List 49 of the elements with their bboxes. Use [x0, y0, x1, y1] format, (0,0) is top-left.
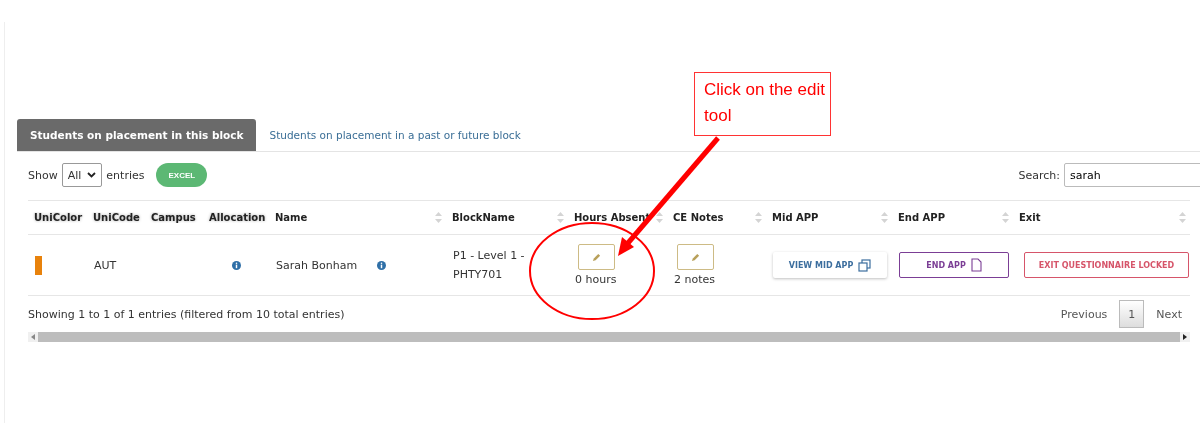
tab[interactable]: Students on placement in a past or future block: [256, 119, 534, 151]
table-cell: Sarah Bonham: [276, 258, 358, 272]
sort-icon[interactable]: [557, 212, 564, 223]
column-header[interactable]: Allocation: [209, 212, 266, 223]
pencil-icon: [691, 252, 700, 262]
search-field[interactable]: sarah: [1064, 163, 1200, 187]
table-cell: 0 hours: [575, 273, 617, 286]
copy-icon: [858, 258, 872, 272]
page-button[interactable]: 1: [1119, 300, 1145, 328]
column-header[interactable]: UniColor: [34, 212, 83, 223]
table-cell-text: P1 - Level 1 - PHTY701: [453, 248, 526, 283]
page-size-select[interactable]: All: [61, 163, 103, 187]
sort-icon[interactable]: [1002, 212, 1009, 223]
column-header[interactable]: End APP: [898, 212, 945, 223]
table-cell: 2 notes: [674, 273, 715, 286]
sort-icon[interactable]: [656, 212, 663, 223]
column-header[interactable]: CE Notes: [673, 212, 724, 223]
scroll-right-icon[interactable]: [1182, 334, 1188, 340]
entries-info: Showing 1 to 1 of 1 entries (filtered from 10 total entries): [28, 307, 345, 321]
column-header[interactable]: Mid APP: [772, 212, 819, 223]
column-header[interactable]: Campus: [151, 212, 196, 223]
entries-label: entries: [106, 168, 145, 182]
edit-button[interactable]: [578, 244, 615, 270]
next-button[interactable]: Next: [1148, 300, 1190, 328]
sort-icon[interactable]: [881, 212, 888, 223]
sort-icon[interactable]: [755, 212, 762, 223]
tab[interactable]: Students on placement in this block: [17, 119, 257, 151]
horizontal-scrollbar[interactable]: [28, 332, 1190, 342]
document-icon: [970, 258, 982, 272]
column-header[interactable]: UniCode: [93, 212, 140, 223]
scroll-left-icon[interactable]: [30, 334, 36, 340]
search-label: Search:: [1018, 168, 1060, 182]
info-icon[interactable]: [377, 260, 387, 270]
column-header[interactable]: Name: [275, 212, 308, 223]
show-label: Show: [28, 168, 58, 182]
exit-questionnaire-button[interactable]: EXIT QUESTIONNAIRE LOCKED: [1024, 252, 1189, 278]
table-cell: AUT: [94, 258, 117, 272]
info-icon[interactable]: [231, 260, 241, 270]
sort-icon[interactable]: [435, 212, 442, 223]
end-app-button[interactable]: END APP: [899, 252, 1009, 278]
view-mid-app-button[interactable]: VIEW MID APP: [773, 252, 887, 278]
callout-box: Click on the edit tool: [694, 72, 831, 136]
chevron-icon: [87, 172, 97, 178]
sort-icon[interactable]: [1179, 212, 1186, 223]
column-header[interactable]: Exit: [1019, 212, 1041, 223]
pencil-icon: [592, 252, 601, 262]
previous-button[interactable]: Previous: [1052, 300, 1116, 328]
column-header[interactable]: BlockName: [452, 212, 515, 223]
edit-button[interactable]: [677, 244, 714, 270]
